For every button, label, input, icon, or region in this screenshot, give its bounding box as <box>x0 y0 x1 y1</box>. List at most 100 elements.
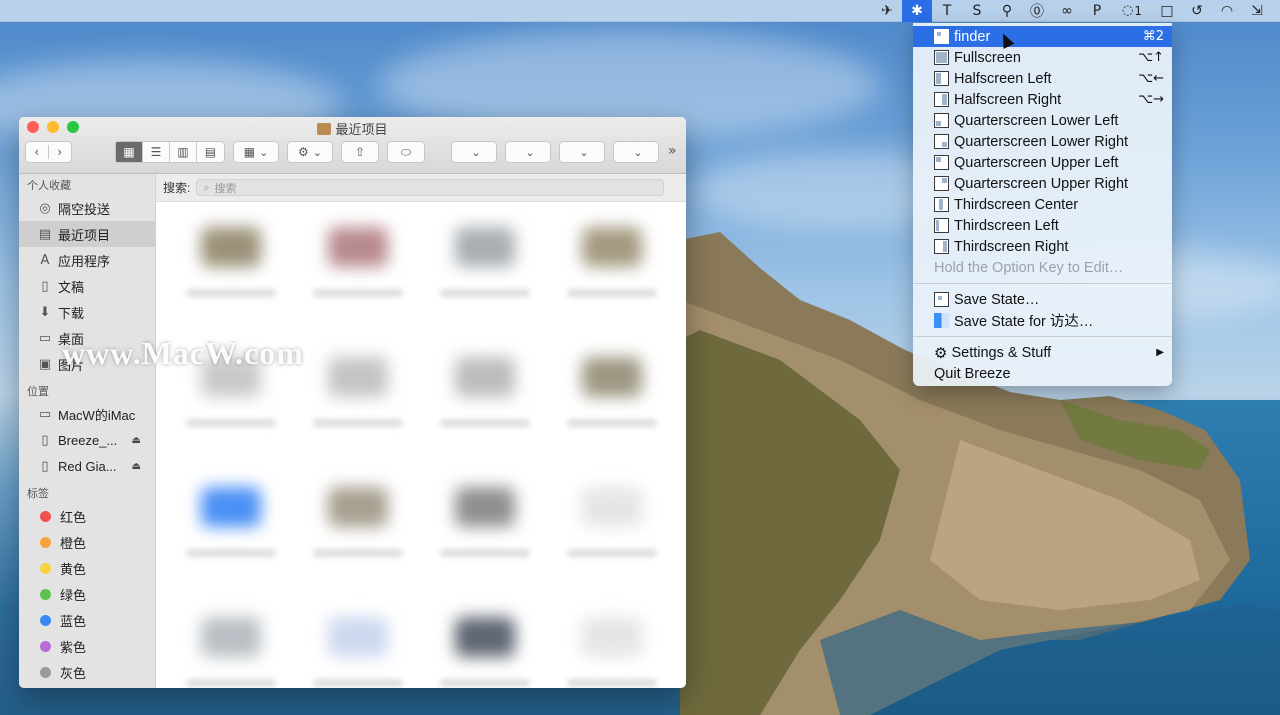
tag-button[interactable]: ⬭ <box>387 141 425 163</box>
sidebar-item-label: Red Gia... <box>58 458 117 474</box>
menu-item-quarterscreen-upper-right[interactable]: Quarterscreen Upper Right <box>913 173 1172 194</box>
file-thumbnail[interactable] <box>582 487 642 527</box>
file-thumbnail[interactable] <box>201 617 261 657</box>
menu-item-label: Quarterscreen Lower Right <box>954 133 1129 150</box>
sidebar-item[interactable]: ▤ 最近项目 <box>19 221 155 247</box>
file-grid <box>176 217 665 688</box>
search-input[interactable]: ⌕ 搜索 <box>196 179 665 196</box>
window-icon[interactable]: □ <box>1152 0 1182 22</box>
settings-item[interactable]: ⚙ Settings & Stuff ▶ <box>913 342 1172 363</box>
chat-count: 1 <box>1134 3 1142 18</box>
breeze-icon[interactable]: ✱ <box>902 0 932 22</box>
window-layout-icon <box>934 92 949 107</box>
menu-item-quarterscreen-upper-left[interactable]: Quarterscreen Upper Left <box>913 152 1172 173</box>
p-icon[interactable]: P <box>1082 0 1112 22</box>
menu-item-label: Thirdscreen Right <box>954 238 1069 255</box>
sidebar-item[interactable]: 灰色 <box>19 659 155 685</box>
menu-item-fullscreen[interactable]: Fullscreen ⌥↑ <box>913 47 1172 68</box>
window-layout-icon <box>934 134 949 149</box>
menu-item-quarterscreen-lower-left[interactable]: Quarterscreen Lower Left <box>913 110 1172 131</box>
quit-item[interactable]: Quit Breeze <box>913 363 1172 384</box>
fork-icon[interactable]: ⚲ <box>992 0 1022 22</box>
sidebar-item[interactable]: A 应用程序 <box>19 247 155 273</box>
toolbar-dropdown-1[interactable] <box>451 141 497 163</box>
toolbar-overflow-icon[interactable]: » <box>668 143 677 159</box>
menu-item-halfscreen-left[interactable]: Halfscreen Left ⌥← <box>913 68 1172 89</box>
menu-item-thirdscreen-right[interactable]: Thirdscreen Right <box>913 236 1172 257</box>
eject-icon[interactable]: ⏏ <box>132 435 141 446</box>
menu-item-thirdscreen-left[interactable]: Thirdscreen Left <box>913 215 1172 236</box>
file-thumbnail[interactable] <box>455 617 515 657</box>
documents-icon: ▯ <box>41 278 49 294</box>
file-thumbnail[interactable] <box>201 487 261 527</box>
sidebar-item[interactable]: 蓝色 <box>19 607 155 633</box>
eject-icon[interactable]: ⏏ <box>132 461 141 472</box>
text-icon[interactable]: T <box>932 0 962 22</box>
share-button[interactable]: ⇧ <box>341 141 379 163</box>
file-caption <box>186 419 276 427</box>
gallery-view-button[interactable]: ▤ <box>197 142 224 162</box>
sidebar-item[interactable]: ⬇ 下载 <box>19 299 155 325</box>
file-thumbnail[interactable] <box>582 357 642 397</box>
file-thumbnail[interactable] <box>455 487 515 527</box>
sidebar-item[interactable]: 绿色 <box>19 581 155 607</box>
sidebar-item-label: 黄色 <box>60 561 87 577</box>
sidebar-item[interactable]: ▭ MacW的iMac <box>19 401 155 427</box>
chat-icon[interactable]: ◌ 1 <box>1112 0 1152 22</box>
menu-item-finder[interactable]: finder ⌘2 <box>913 26 1172 47</box>
sidebar-item[interactable]: 橙色 <box>19 529 155 555</box>
file-thumbnail[interactable] <box>328 487 388 527</box>
sidebar-item[interactable]: ▯ Breeze_... ⏏ <box>19 427 155 453</box>
back-button[interactable]: ‹ <box>26 145 49 159</box>
icon-view-button[interactable]: ▦ <box>116 142 143 162</box>
group-button[interactable]: ▦ <box>233 141 279 163</box>
window-layout-icon <box>934 50 949 65</box>
file-thumbnail[interactable] <box>328 357 388 397</box>
sidebar-item[interactable]: 紫色 <box>19 633 155 659</box>
menu-item-halfscreen-right[interactable]: Halfscreen Right ⌥→ <box>913 89 1172 110</box>
toolbar-dropdown-4[interactable] <box>613 141 659 163</box>
file-thumbnail[interactable] <box>328 617 388 657</box>
sidebar-item-label: 橙色 <box>60 535 87 551</box>
file-thumbnail[interactable] <box>455 227 515 267</box>
gear-icon: ⚙ <box>934 343 948 362</box>
sidebar-item[interactable]: ▯ Red Gia... ⏏ <box>19 453 155 479</box>
column-view-button[interactable]: ▥ <box>170 142 197 162</box>
toolbar-dropdown-2[interactable] <box>505 141 551 163</box>
file-thumbnail[interactable] <box>582 617 642 657</box>
file-caption <box>440 549 530 557</box>
sidebar-item-label: 紫色 <box>60 639 87 655</box>
time-machine-icon[interactable]: ↺ <box>1182 0 1212 22</box>
sidebar-item[interactable]: 黄色 <box>19 555 155 581</box>
quit-label: Quit Breeze <box>934 365 1011 382</box>
creative-cloud-icon[interactable]: ∞ <box>1052 0 1082 22</box>
watermark: www.MacW.com <box>62 335 304 371</box>
save-state-for-finder-item[interactable]: Save State for 访达… <box>913 310 1172 331</box>
wifi-icon[interactable]: ◠ <box>1212 0 1242 22</box>
sidebar-item[interactable]: ▯ 文稿 <box>19 273 155 299</box>
more-icon[interactable]: ⇲ <box>1242 0 1272 22</box>
file-thumbnail[interactable] <box>201 227 261 267</box>
paper-plane-icon[interactable]: ✈ <box>872 0 902 22</box>
disk-icon: ▯ <box>41 432 49 448</box>
breeze-menu: finder ⌘2 Fullscreen ⌥↑ Halfscreen Left ⌥← Hal… <box>913 23 1172 386</box>
file-caption <box>567 549 657 557</box>
menu-item-thirdscreen-center[interactable]: Thirdscreen Center <box>913 194 1172 215</box>
sidebar-item[interactable]: 红色 <box>19 503 155 529</box>
file-thumbnail[interactable] <box>582 227 642 267</box>
toolbar-dropdown-3[interactable] <box>559 141 605 163</box>
menu-item-label: Quarterscreen Upper Right <box>954 175 1129 192</box>
one-password-icon[interactable]: ⓪ <box>1022 0 1052 22</box>
menu-item-label: Halfscreen Left <box>954 70 1052 87</box>
s-icon[interactable]: S <box>962 0 992 22</box>
file-thumbnail[interactable] <box>328 227 388 267</box>
save-state-item[interactable]: Save State… <box>913 289 1172 310</box>
file-thumbnail[interactable] <box>455 357 515 397</box>
menu-item-quarterscreen-lower-right[interactable]: Quarterscreen Lower Right <box>913 131 1172 152</box>
sidebar-item[interactable]: ◎ 隔空投送 <box>19 195 155 221</box>
forward-button[interactable]: › <box>49 145 71 159</box>
sidebar-item-label: 红色 <box>60 509 87 525</box>
action-gear-button[interactable]: ⚙ <box>287 141 333 163</box>
menu-item-shortcut: ⌥← <box>1138 71 1164 86</box>
list-view-button[interactable]: ☰ <box>143 142 170 162</box>
